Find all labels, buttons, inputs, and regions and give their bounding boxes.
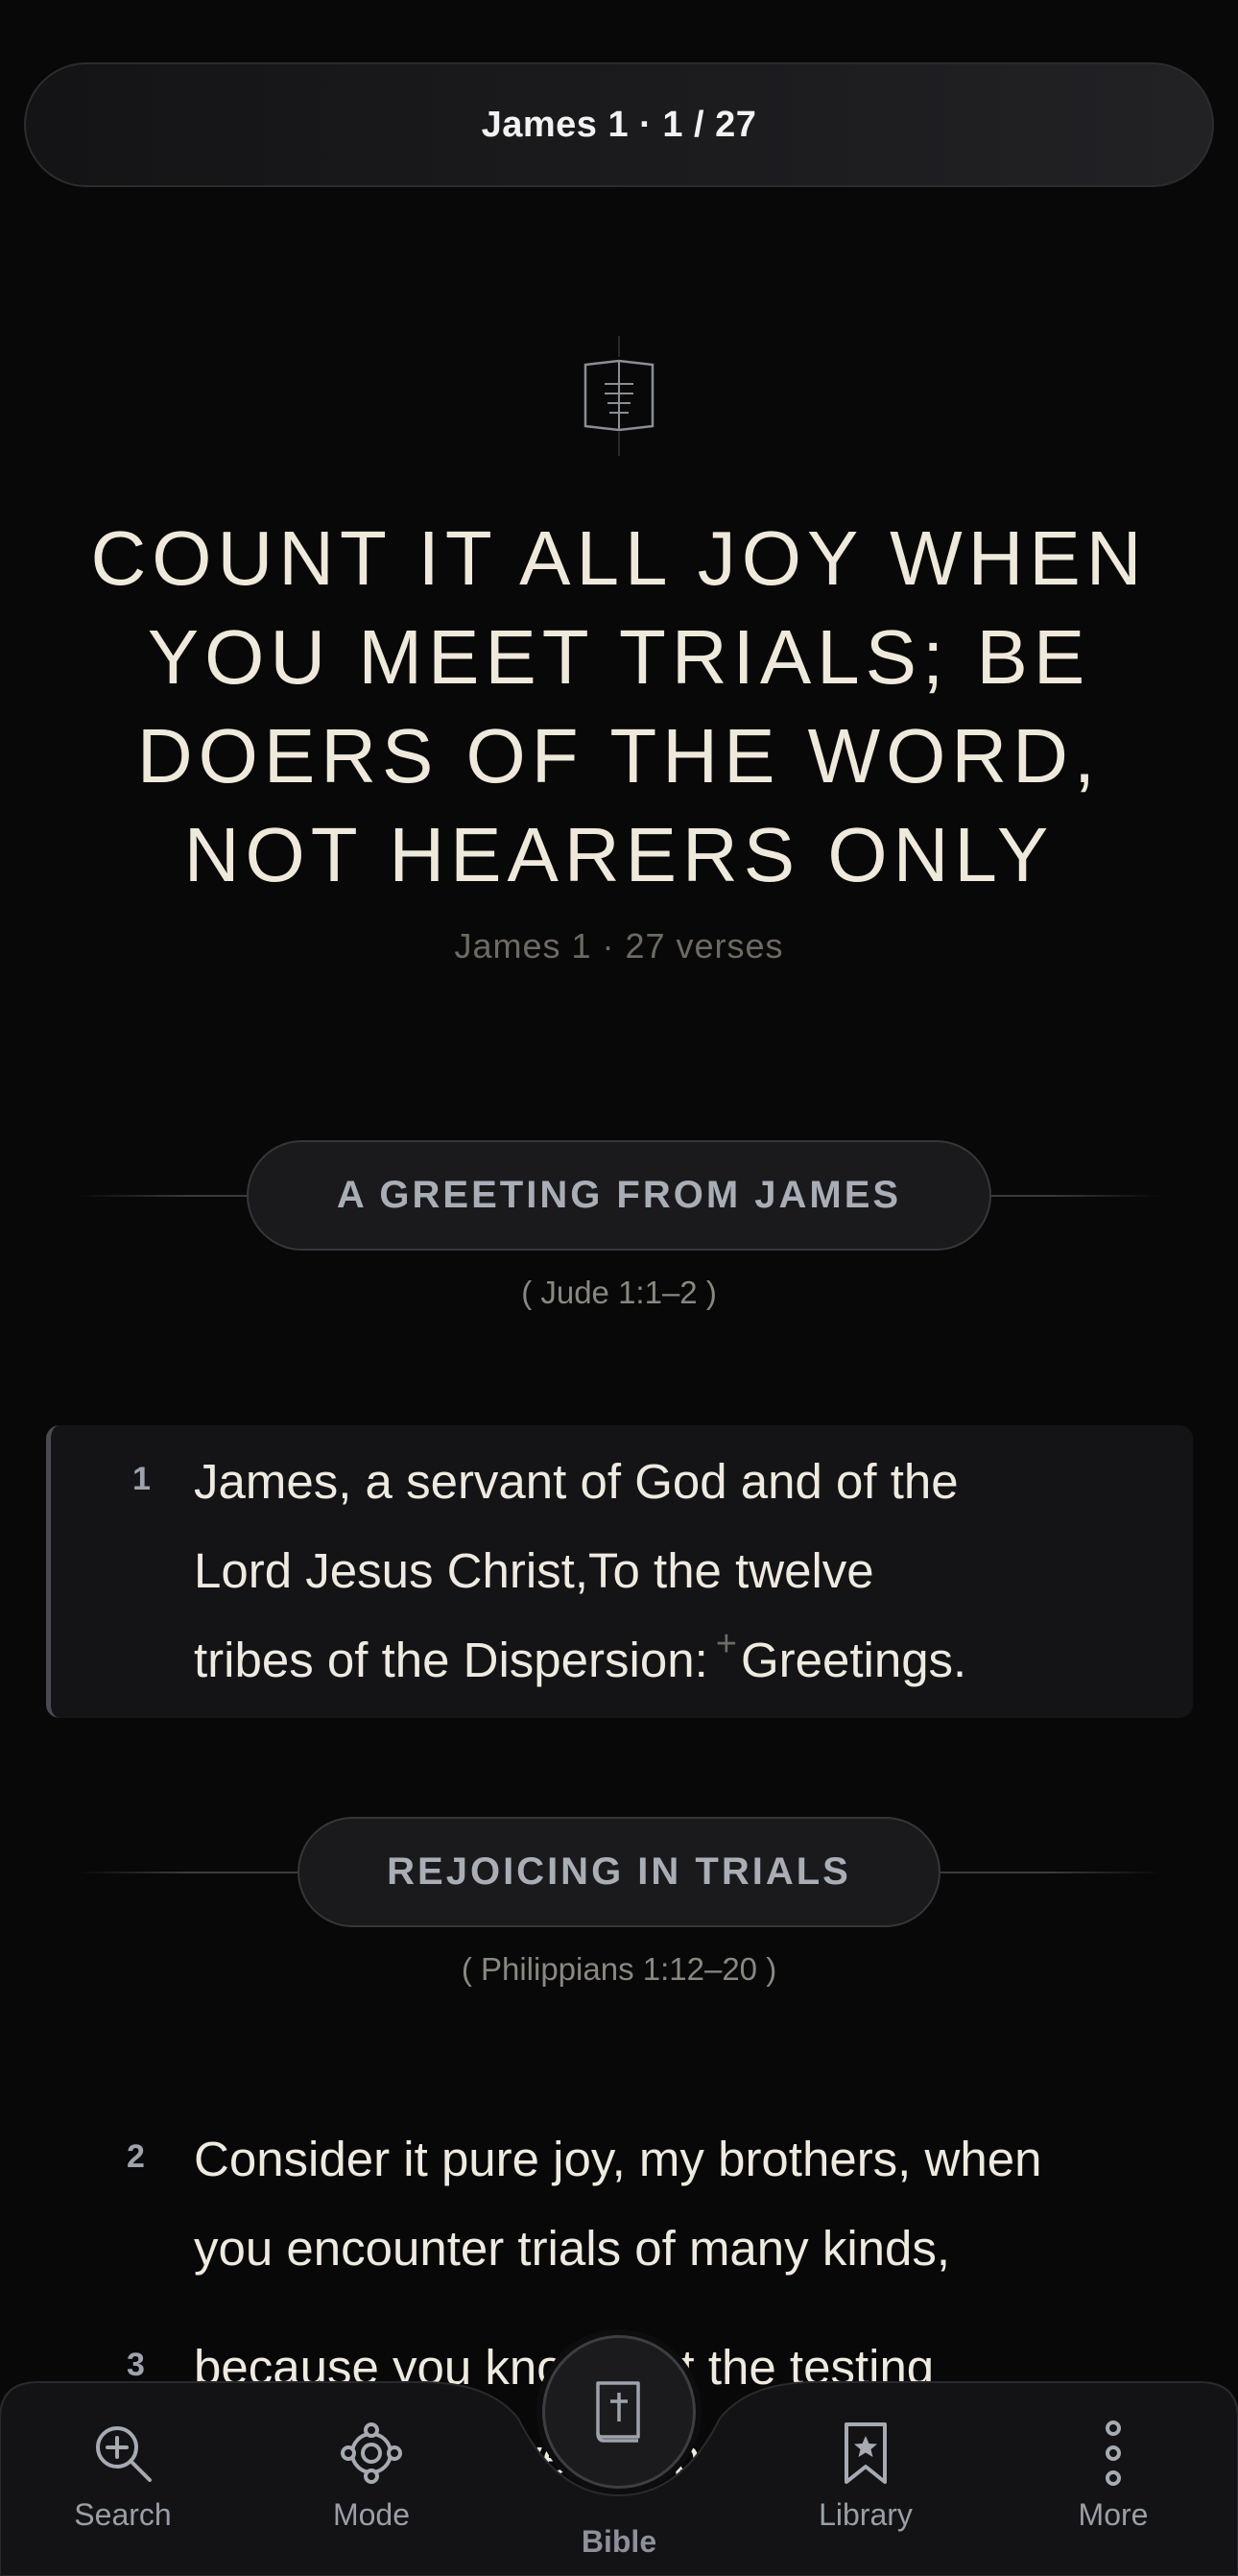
- chapter-location-label: James 1 · 1 / 27: [481, 104, 757, 145]
- open-book-icon: [581, 336, 657, 461]
- verse-line: James, a servant of God and of the: [194, 1454, 959, 1509]
- footnote-marker[interactable]: +: [716, 1624, 737, 1664]
- tab-label-bible: Bible: [581, 2524, 657, 2559]
- chapter-location-header[interactable]: James 1 · 1 / 27: [24, 62, 1214, 187]
- bookmark-star-icon: [845, 2422, 887, 2484]
- verse-text[interactable]: Consider it pure joy, my brothers, when …: [194, 2114, 1211, 2293]
- tab-label: Library: [819, 2497, 913, 2532]
- verse-number: 1: [132, 1461, 151, 1497]
- tab-label: Mode: [332, 2497, 411, 2532]
- section-crossref-link[interactable]: ( Jude 1:1–2 ): [0, 1275, 1238, 1311]
- verse-number: 2: [127, 2138, 145, 2175]
- tab-library[interactable]: Library: [779, 2419, 952, 2563]
- section-crossref-link[interactable]: ( Philippians 1:12–20 ): [0, 1951, 1238, 1988]
- mode-icon: [341, 2422, 402, 2484]
- section-header-greeting: A GREETING FROM JAMES: [0, 1140, 1238, 1251]
- chapter-subtitle: James 1 · 27 verses: [454, 926, 784, 966]
- chapter-title-line: COUNT IT ALL JOY WHEN: [90, 515, 1148, 601]
- tab-label: Search: [74, 2497, 172, 2532]
- verse-line: Lord Jesus Christ,To the twelve: [194, 1543, 874, 1598]
- section-heading: REJOICING IN TRIALS: [387, 1850, 851, 1893]
- section-header-trials: REJOICING IN TRIALS: [0, 1817, 1238, 1927]
- verse-number: 3: [127, 2347, 145, 2383]
- section-heading-pill: REJOICING IN TRIALS: [298, 1817, 940, 1927]
- verse-line-text: Greetings.: [740, 1633, 967, 1687]
- tab-search[interactable]: Search: [36, 2419, 209, 2563]
- bible-icon: [596, 2381, 640, 2443]
- section-heading-pill: A GREETING FROM JAMES: [247, 1140, 991, 1251]
- chapter-title: COUNT IT ALL JOY WHEN YOU MEET TRIALS; B…: [38, 509, 1200, 904]
- tab-more[interactable]: More: [1027, 2419, 1200, 2563]
- tab-bible-button[interactable]: [542, 2335, 696, 2489]
- chapter-title-line: NOT HEARERS ONLY: [183, 812, 1055, 897]
- chapter-title-line: DOERS OF THE WORD,: [136, 713, 1102, 799]
- more-vertical-icon: [1106, 2421, 1121, 2486]
- search-plus-icon: [96, 2426, 152, 2482]
- chapter-title-line: YOU MEET TRIALS; BE: [147, 614, 1091, 700]
- section-heading: A GREETING FROM JAMES: [336, 1174, 902, 1216]
- verse-line: tribes of the Dispersion: +Greetings.: [194, 1615, 1173, 1710]
- verse-line: Consider it pure joy, my brothers, when: [194, 2132, 1042, 2186]
- verse-line: you encounter trials of many kinds,: [194, 2221, 951, 2276]
- tab-label: More: [1078, 2497, 1149, 2532]
- tab-mode[interactable]: Mode: [285, 2419, 458, 2563]
- verse-text[interactable]: James, a servant of God and of the Lord …: [194, 1437, 1173, 1710]
- verse-line-text: tribes of the Dispersion:: [194, 1633, 708, 1687]
